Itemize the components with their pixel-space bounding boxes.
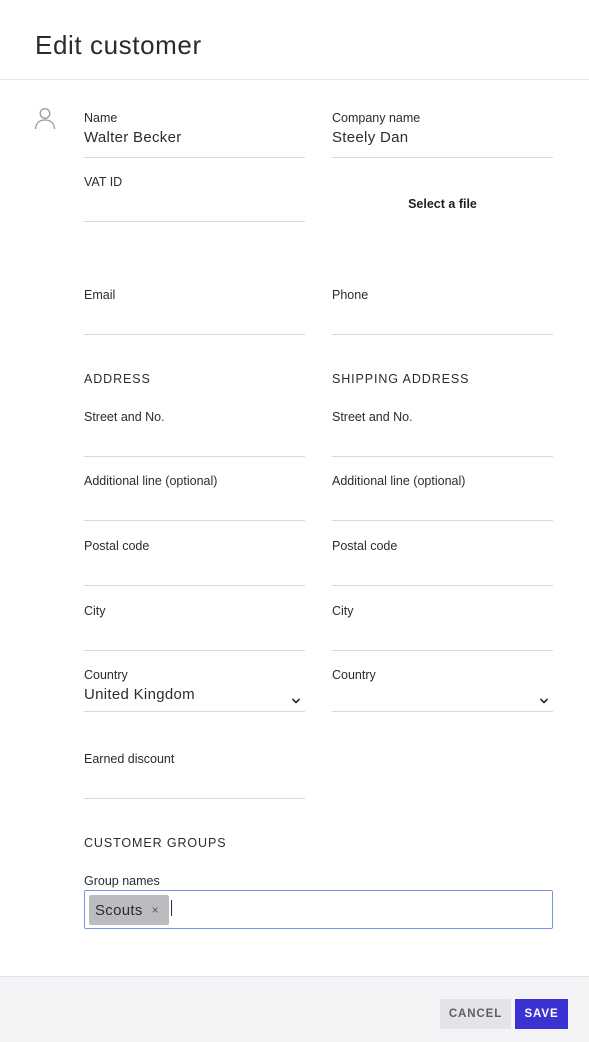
shipping-country-select[interactable]: Country: [332, 668, 553, 712]
earned-discount-underline: [84, 798, 305, 799]
shipping-city-field[interactable]: City: [332, 604, 553, 651]
chevron-down-icon[interactable]: [291, 693, 301, 704]
dialog-footer: CANCEL SAVE: [0, 976, 589, 1042]
vat-id-underline: [84, 221, 305, 222]
vat-id-label: VAT ID: [84, 175, 123, 189]
shipping-postal-code-field[interactable]: Postal code: [332, 539, 553, 586]
company-name-field[interactable]: Company name Steely Dan: [332, 111, 553, 158]
earned-discount-label: Earned discount: [84, 752, 175, 766]
country-label: Country: [84, 668, 128, 682]
country-underline: [84, 711, 305, 712]
city-underline: [84, 650, 305, 651]
email-field[interactable]: Email: [84, 288, 305, 335]
group-names-label: Group names: [84, 874, 160, 888]
company-name-input[interactable]: Steely Dan: [332, 129, 408, 146]
shipping-street-underline: [332, 456, 553, 457]
cancel-button[interactable]: CANCEL: [440, 999, 511, 1029]
text-cursor: [171, 900, 172, 916]
shipping-additional-line-label: Additional line (optional): [332, 474, 466, 488]
chevron-down-icon[interactable]: [539, 693, 549, 704]
group-names-input[interactable]: Scouts ×: [84, 890, 553, 929]
email-label: Email: [84, 288, 116, 302]
additional-line-field[interactable]: Additional line (optional): [84, 474, 305, 521]
street-underline: [84, 456, 305, 457]
save-button[interactable]: SAVE: [515, 999, 568, 1029]
shipping-additional-line-field[interactable]: Additional line (optional): [332, 474, 553, 521]
city-label: City: [84, 604, 106, 618]
dialog-header: Edit customer: [0, 0, 589, 80]
phone-field[interactable]: Phone: [332, 288, 553, 335]
additional-line-label: Additional line (optional): [84, 474, 218, 488]
shipping-street-field[interactable]: Street and No.: [332, 410, 553, 457]
company-name-underline: [332, 157, 553, 158]
country-select[interactable]: Country United Kingdom: [84, 668, 305, 712]
postal-code-underline: [84, 585, 305, 586]
street-field[interactable]: Street and No.: [84, 410, 305, 457]
postal-code-label: Postal code: [84, 539, 150, 553]
name-underline: [84, 157, 305, 158]
shipping-street-label: Street and No.: [332, 410, 413, 424]
close-icon[interactable]: ×: [152, 903, 159, 917]
group-chip-label: Scouts: [95, 901, 143, 919]
customer-groups-heading: CUSTOMER GROUPS: [84, 836, 227, 850]
shipping-country-underline: [332, 711, 553, 712]
email-underline: [84, 334, 305, 335]
shipping-postal-code-underline: [332, 585, 553, 586]
shipping-address-heading: SHIPPING ADDRESS: [332, 372, 470, 386]
street-label: Street and No.: [84, 410, 165, 424]
page-title: Edit customer: [35, 30, 202, 60]
user-icon: [33, 106, 57, 130]
name-label: Name: [84, 111, 118, 125]
name-input[interactable]: Walter Becker: [84, 129, 182, 146]
name-field[interactable]: Name Walter Becker: [84, 111, 305, 158]
shipping-city-label: City: [332, 604, 354, 618]
country-value: United Kingdom: [84, 686, 195, 703]
group-chip[interactable]: Scouts ×: [89, 895, 169, 925]
phone-underline: [332, 334, 553, 335]
address-heading: ADDRESS: [84, 372, 151, 386]
earned-discount-field[interactable]: Earned discount: [84, 752, 305, 799]
postal-code-field[interactable]: Postal code: [84, 539, 305, 586]
vat-id-field[interactable]: VAT ID: [84, 175, 305, 222]
additional-line-underline: [84, 520, 305, 521]
phone-label: Phone: [332, 288, 369, 302]
shipping-country-label: Country: [332, 668, 376, 682]
city-field[interactable]: City: [84, 604, 305, 651]
select-file-button[interactable]: Select a file: [332, 193, 553, 215]
shipping-city-underline: [332, 650, 553, 651]
shipping-additional-line-underline: [332, 520, 553, 521]
company-name-label: Company name: [332, 111, 421, 125]
shipping-postal-code-label: Postal code: [332, 539, 398, 553]
